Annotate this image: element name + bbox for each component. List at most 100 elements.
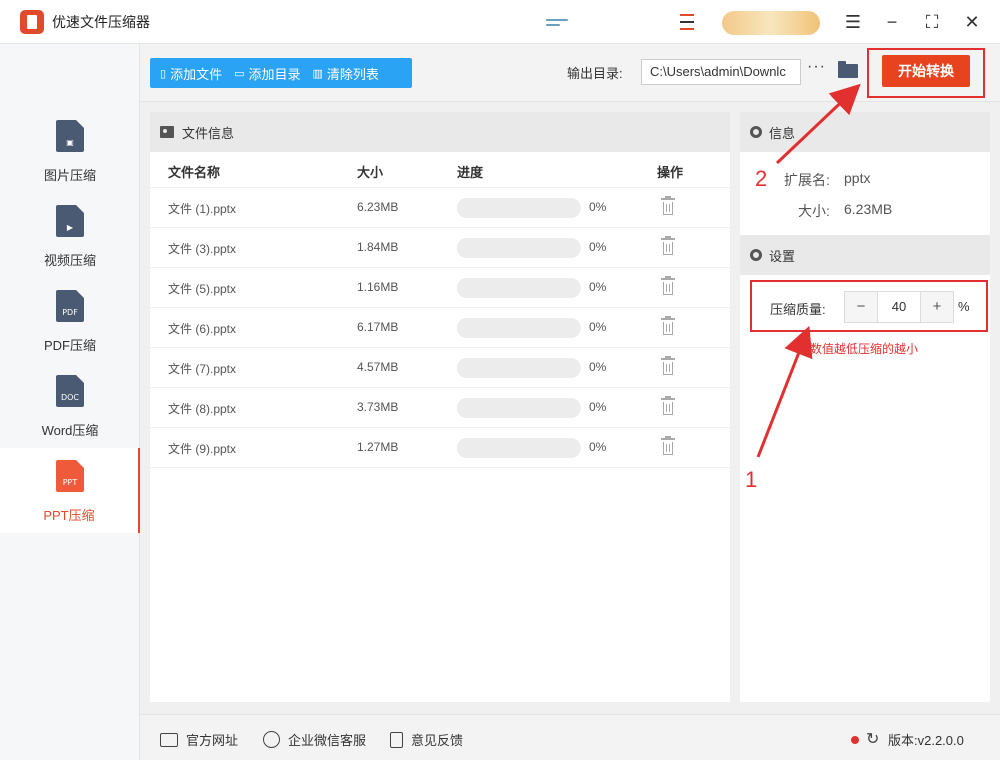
sidebar-item-label: Word压缩	[41, 423, 99, 438]
sidebar-item-label: 图片压缩	[43, 168, 96, 183]
menu-icon[interactable]: ☰	[841, 10, 865, 34]
file-size: 3.73MB	[357, 400, 399, 414]
sidebar-item-video[interactable]: ▶ 视频压缩	[0, 193, 140, 278]
table-row[interactable]: 文件 (9).pptx 1.27MB 0%	[150, 428, 730, 468]
info-panel: 信息 扩展名: pptx 大小: 6.23MB 设置 压缩质量: − 40 + …	[740, 112, 990, 702]
minimize-icon[interactable]: −	[880, 10, 904, 34]
annotation-box-start	[867, 48, 985, 98]
refresh-icon[interactable]: ↻	[866, 729, 879, 749]
table-row[interactable]: 文件 (6).pptx 6.17MB 0%	[150, 308, 730, 348]
toolbar: ▯ 添加文件 ▭ 添加目录 ▥ 清除列表 输出目录: C:\Users\admi…	[140, 44, 1000, 102]
sidebar-item-label: PDF压缩	[43, 338, 96, 353]
delete-icon[interactable]	[661, 236, 675, 256]
progress-percent: 0%	[589, 320, 607, 334]
feedback-link[interactable]: 意见反馈	[390, 730, 463, 749]
file-name: 文件 (3).pptx	[168, 242, 237, 256]
settings-title: 设置	[769, 248, 796, 264]
cloud-icon[interactable]	[546, 19, 568, 31]
progress-bar	[457, 398, 581, 418]
progress-percent: 0%	[589, 200, 607, 214]
title-bar: 优速文件压缩器 ☰ − ⛶ ✕	[0, 0, 1000, 44]
annotation-number-1: 1	[745, 467, 758, 492]
wechat-label: 企业微信客服	[288, 733, 367, 748]
doc-file-icon: DOC	[56, 375, 84, 407]
delete-icon[interactable]	[661, 396, 675, 416]
file-name: 文件 (5).pptx	[168, 282, 237, 296]
sidebar-item-word[interactable]: DOC Word压缩	[0, 363, 140, 448]
image-file-icon: ▣	[56, 120, 84, 152]
output-dir-input[interactable]: C:\Users\admin\Downlc	[641, 59, 801, 85]
website-link[interactable]: 官方网址	[160, 730, 238, 749]
table-row[interactable]: 文件 (8).pptx 3.73MB 0%	[150, 388, 730, 428]
gear-icon	[750, 249, 762, 261]
delete-icon[interactable]	[661, 316, 675, 336]
feedback-label: 意见反馈	[411, 733, 464, 748]
file-name: 文件 (6).pptx	[168, 322, 237, 336]
quality-hint: 数值越低压缩的越小	[810, 342, 919, 356]
website-icon	[160, 732, 178, 747]
column-header-progress: 进度	[457, 165, 484, 180]
table-row[interactable]: 文件 (7).pptx 4.57MB 0%	[150, 348, 730, 388]
delete-icon[interactable]	[661, 436, 675, 456]
settings-header: 设置	[740, 235, 990, 275]
file-list-panel: 文件信息 文件名称 大小 进度 操作 文件 (1).pptx 6.23MB 0% 文件…	[150, 112, 730, 702]
delete-icon[interactable]	[661, 356, 675, 376]
info-header: 信息	[740, 112, 990, 152]
file-size: 6.17MB	[357, 320, 399, 334]
vip-badge[interactable]	[722, 11, 820, 35]
size-label: 大小:	[798, 203, 830, 219]
trash-icon: ▥	[312, 67, 323, 80]
progress-percent: 0%	[589, 240, 607, 254]
table-row[interactable]: 文件 (3).pptx 1.84MB 0%	[150, 228, 730, 268]
annotation-box-quality	[750, 280, 988, 332]
sidebar-item-pdf[interactable]: PDF PDF压缩	[0, 278, 140, 363]
file-size: 6.23MB	[357, 200, 399, 214]
website-label: 官方网址	[186, 733, 239, 748]
file-name: 文件 (7).pptx	[168, 362, 237, 376]
progress-percent: 0%	[589, 280, 607, 294]
add-file-button[interactable]: ▯ 添加文件	[150, 58, 224, 88]
file-size: 1.84MB	[357, 240, 399, 254]
sidebar-item-image[interactable]: ▣ 图片压缩	[0, 108, 140, 193]
pdf-file-icon: PDF	[56, 290, 84, 322]
table-header: 文件名称 大小 进度 操作	[150, 152, 730, 188]
ext-label: 扩展名:	[784, 172, 830, 188]
gift-icon[interactable]	[680, 14, 694, 32]
progress-percent: 0%	[589, 440, 607, 454]
chat-icon	[263, 731, 280, 748]
progress-bar	[457, 438, 581, 458]
update-dot-icon	[851, 736, 859, 744]
progress-percent: 0%	[589, 360, 607, 374]
size-value: 6.23MB	[844, 201, 893, 217]
close-icon[interactable]: ✕	[960, 10, 984, 34]
clear-list-button[interactable]: ▥ 清除列表	[303, 58, 381, 88]
progress-bar	[457, 278, 581, 298]
column-header-name: 文件名称	[168, 165, 221, 180]
progress-percent: 0%	[589, 400, 607, 414]
app-title: 优速文件压缩器	[52, 13, 150, 30]
add-folder-button[interactable]: ▭ 添加目录	[224, 58, 302, 88]
table-row[interactable]: 文件 (5).pptx 1.16MB 0%	[150, 268, 730, 308]
image-icon	[160, 126, 174, 138]
file-icon: ▯	[160, 67, 167, 80]
gear-icon	[750, 126, 762, 138]
feedback-icon	[390, 731, 403, 748]
maximize-icon[interactable]: ⛶	[920, 10, 944, 34]
sidebar-item-ppt[interactable]: PPT PPT压缩	[0, 448, 140, 533]
file-size: 1.16MB	[357, 280, 399, 294]
progress-bar	[457, 238, 581, 258]
progress-bar	[457, 318, 581, 338]
progress-bar	[457, 198, 581, 218]
folder-icon[interactable]	[838, 61, 858, 78]
delete-icon[interactable]	[661, 276, 675, 296]
wechat-support-link[interactable]: 企业微信客服	[263, 730, 366, 749]
column-header-action: 操作	[657, 165, 684, 180]
add-file-label: 添加文件	[170, 66, 223, 82]
file-panel-title: 文件信息	[182, 125, 235, 141]
clear-list-label: 清除列表	[326, 66, 379, 82]
ext-value: pptx	[844, 170, 871, 186]
table-row[interactable]: 文件 (1).pptx 6.23MB 0%	[150, 188, 730, 228]
delete-icon[interactable]	[661, 196, 675, 216]
more-options-button[interactable]: ···	[807, 58, 826, 76]
sidebar: ▣ 图片压缩 ▶ 视频压缩 PDF PDF压缩 DOC Word压缩 PPT P…	[0, 44, 140, 760]
